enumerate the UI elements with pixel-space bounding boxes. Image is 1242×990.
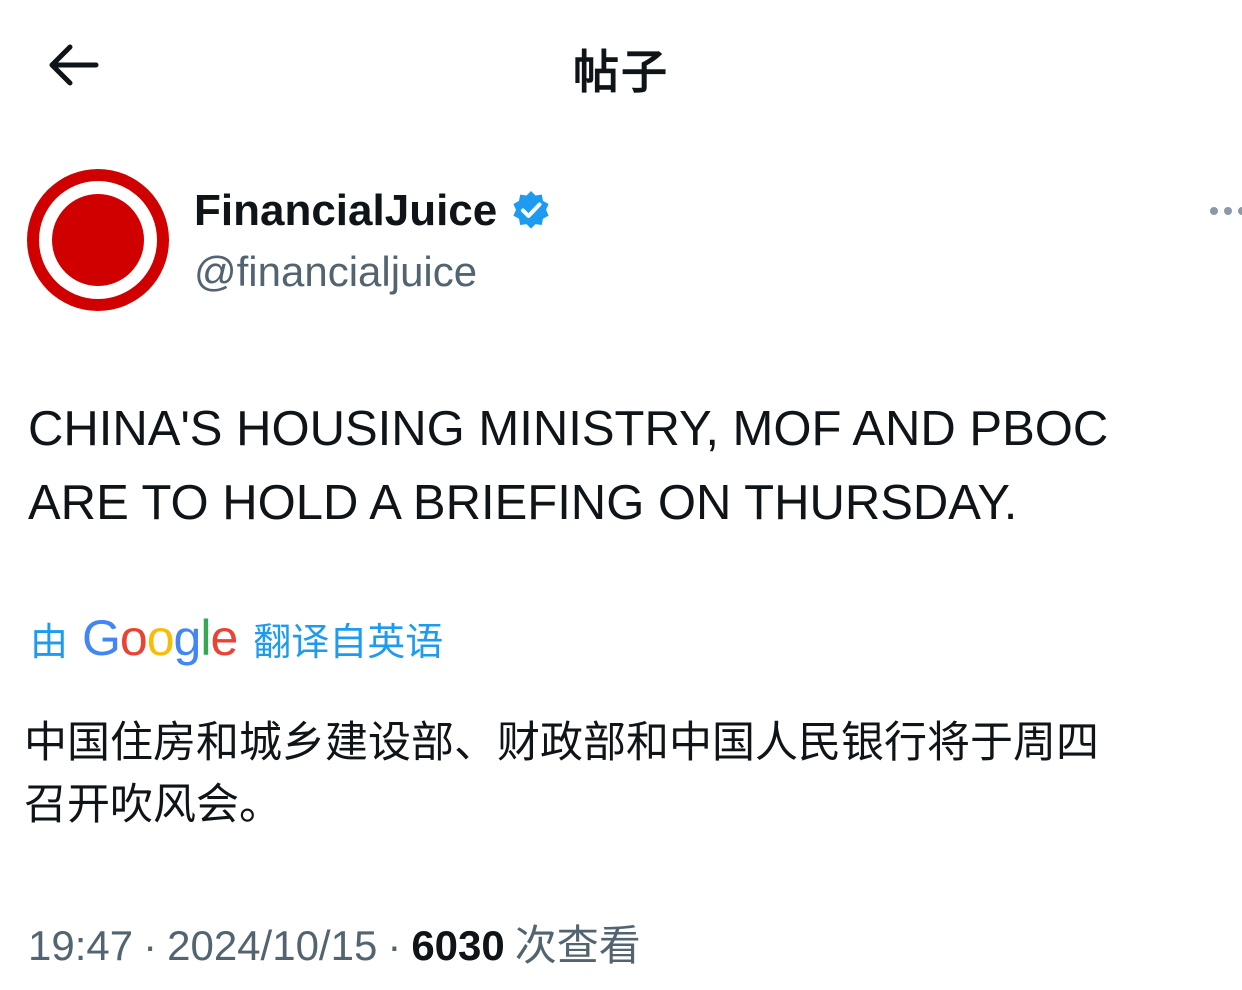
post-text-line: CHINA'S HOUSING MINISTRY, MOF AND PBOC (28, 402, 1109, 456)
post-time[interactable]: 19:47 (28, 922, 133, 970)
google-letter: o (119, 610, 148, 666)
translation-attribution[interactable]: 由 Google 翻译自英语 (30, 610, 443, 666)
google-letter: e (210, 610, 238, 666)
translation-suffix: 翻译自英语 (253, 619, 444, 664)
meta-separator: · (387, 922, 402, 969)
translation-prefix: 由 (30, 619, 69, 664)
google-letter: o (146, 610, 175, 666)
author-name[interactable]: FinancialJuice (194, 186, 553, 236)
avatar[interactable] (27, 169, 169, 311)
post-text: CHINA'S HOUSING MINISTRY, MOF AND PBOC A… (28, 392, 1228, 540)
post-date[interactable]: 2024/10/15 (167, 922, 377, 970)
author-handle[interactable]: @financialjuice (194, 248, 477, 296)
translated-text-line: 中国住房和城乡建设部、财政部和中国人民银行将于周四 (24, 718, 1099, 768)
more-options-icon (1206, 207, 1242, 230)
views-label: 次查看 (514, 921, 641, 970)
translated-text: 中国住房和城乡建设部、财政部和中国人民银行将于周四 召开吹风会。 (24, 712, 1234, 836)
google-wordmark: Google (82, 609, 238, 667)
google-letter: G (82, 610, 121, 666)
page-title: 帖子 (573, 45, 669, 99)
top-bar: 帖子 (0, 0, 1242, 136)
post-meta: 19:47 · 2024/10/15 · 6030 次查看 (28, 912, 641, 973)
google-letter: l (200, 610, 211, 666)
post-text-line: ARE TO HOLD A BRIEFING ON THURSDAY. (28, 476, 1018, 530)
more-options-button[interactable] (1206, 196, 1242, 226)
translated-text-line: 召开吹风会。 (24, 780, 282, 830)
google-logo: Google (82, 609, 238, 667)
views-count: 6030 (411, 922, 505, 969)
google-letter: g (173, 610, 202, 666)
author-display-name: FinancialJuice (194, 186, 498, 235)
meta-separator: · (143, 922, 158, 969)
verified-badge-icon (509, 189, 553, 233)
